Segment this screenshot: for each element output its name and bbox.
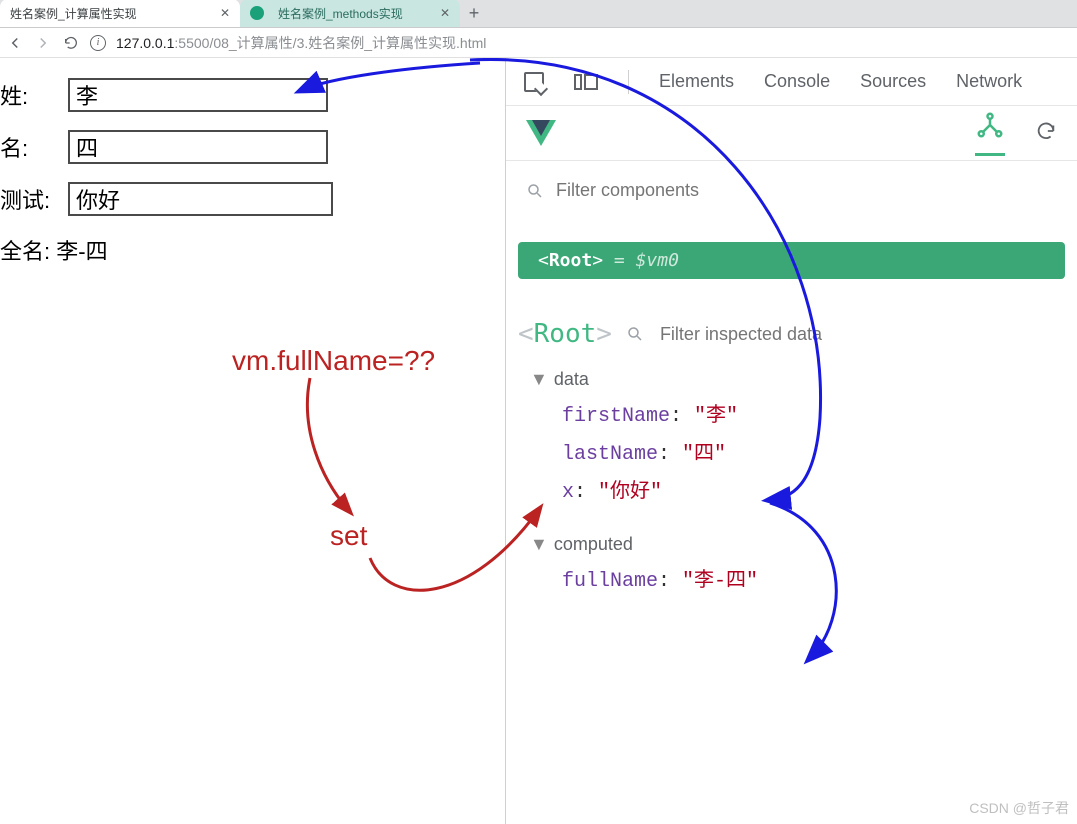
separator bbox=[628, 70, 629, 94]
tab-network[interactable]: Network bbox=[956, 71, 1022, 92]
close-icon[interactable]: ✕ bbox=[440, 6, 450, 20]
new-tab-button[interactable]: + bbox=[460, 0, 488, 27]
forward-icon[interactable] bbox=[34, 34, 52, 52]
tab-console[interactable]: Console bbox=[764, 71, 830, 92]
tab-elements[interactable]: Elements bbox=[659, 71, 734, 92]
browser-tab-active[interactable]: 姓名案例_计算属性实现 ✕ bbox=[0, 0, 240, 27]
responsive-icon[interactable] bbox=[574, 74, 598, 90]
tab-sources[interactable]: Sources bbox=[860, 71, 926, 92]
input-firstname[interactable] bbox=[68, 78, 328, 112]
label-test: 测试: bbox=[0, 183, 60, 215]
vue-devtools-bar bbox=[506, 106, 1077, 161]
kv-lastname: lastName: "四" bbox=[506, 432, 1077, 470]
tab-title: 姓名案例_methods实现 bbox=[278, 5, 403, 22]
site-info-icon[interactable]: i bbox=[90, 35, 106, 51]
search-icon bbox=[526, 182, 544, 200]
value-fullname: 李-四 bbox=[56, 239, 107, 264]
section-data[interactable]: ▼data bbox=[506, 359, 1077, 394]
back-icon[interactable] bbox=[6, 34, 24, 52]
inspect-icon[interactable] bbox=[524, 72, 544, 92]
annotation-question: vm.fullName=?? bbox=[232, 345, 435, 377]
inspect-header-row: <Root> bbox=[506, 289, 1077, 359]
search-icon bbox=[626, 325, 644, 343]
devtools-topbar: Elements Console Sources Network bbox=[506, 58, 1077, 106]
root-tag: <Root> bbox=[518, 319, 612, 349]
filter-components-row bbox=[506, 161, 1077, 212]
browser-tab-inactive[interactable]: 姓名案例_methods实现 ✕ bbox=[240, 0, 460, 27]
input-lastname[interactable] bbox=[68, 130, 328, 164]
section-computed[interactable]: ▼computed bbox=[506, 524, 1077, 559]
input-test[interactable] bbox=[68, 182, 333, 216]
annotation-set: set bbox=[330, 520, 367, 552]
filter-inspected-input[interactable] bbox=[658, 323, 878, 346]
kv-x: x: "你好" bbox=[506, 470, 1077, 508]
label-firstname: 姓: bbox=[0, 79, 60, 111]
browser-urlbar: i 127.0.0.1:5500/08_计算属性/3.姓名案例_计算属性实现.h… bbox=[0, 28, 1077, 58]
close-icon[interactable]: ✕ bbox=[220, 6, 230, 20]
components-tab-icon[interactable] bbox=[975, 110, 1005, 156]
kv-fullname: fullName: "李-四" bbox=[506, 559, 1077, 597]
reload-icon[interactable] bbox=[62, 34, 80, 52]
devtools-tabs: Elements Console Sources Network bbox=[659, 71, 1022, 92]
tab-title: 姓名案例_计算属性实现 bbox=[10, 5, 137, 22]
root-component-badge[interactable]: <Root> = $vm0 bbox=[518, 242, 1065, 279]
watermark: CSDN @哲子君 bbox=[969, 798, 1069, 818]
url-text[interactable]: 127.0.0.1:5500/08_计算属性/3.姓名案例_计算属性实现.htm… bbox=[116, 33, 486, 53]
vue-logo-icon bbox=[526, 120, 556, 146]
filter-components-input[interactable] bbox=[554, 179, 854, 202]
devtools-panel: Elements Console Sources Network <Root> … bbox=[505, 58, 1077, 824]
label-fullname: 全名: bbox=[0, 239, 50, 264]
kv-firstname: firstName: "李" bbox=[506, 394, 1077, 432]
label-lastname: 名: bbox=[0, 131, 60, 163]
refresh-icon[interactable] bbox=[1035, 120, 1057, 147]
browser-tabbar: 姓名案例_计算属性实现 ✕ 姓名案例_methods实现 ✕ + bbox=[0, 0, 1077, 28]
